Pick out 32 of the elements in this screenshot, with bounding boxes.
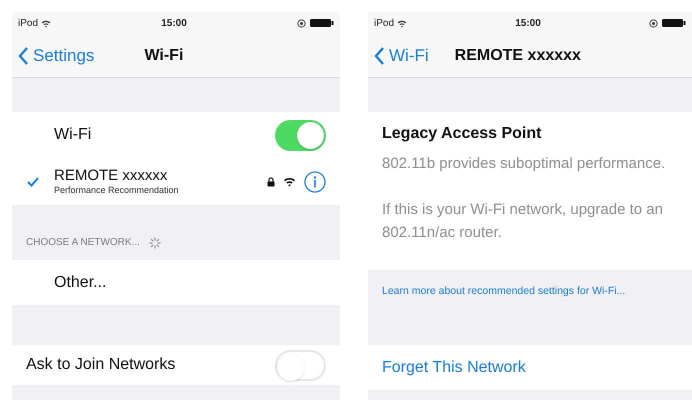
wifi-signal-icon <box>397 18 408 28</box>
notice-text: 802.11b provides suboptimal performance. <box>382 154 666 174</box>
battery-icon <box>662 18 686 28</box>
row-label: Wi-Fi <box>54 125 92 145</box>
back-button[interactable]: Settings <box>18 42 94 68</box>
lock-rotation-icon <box>649 18 658 28</box>
notice-title: Legacy Access Point <box>382 124 542 144</box>
nav-title: REMOTE xxxxxx <box>454 46 581 66</box>
row-label: Ask to Join Networks <box>26 355 176 375</box>
lock-icon <box>267 176 275 186</box>
wifi-signal-icon <box>283 176 296 187</box>
carrier-label: iPod <box>374 16 394 30</box>
status-time: 15:00 <box>161 16 187 30</box>
learn-more-link[interactable]: Learn more about recommended settings for Wi-Fi... <box>382 282 678 301</box>
wifi-signal-icon <box>41 18 52 28</box>
loading-spinner-icon <box>148 236 162 250</box>
back-button[interactable]: Wi-Fi <box>374 42 429 68</box>
carrier-label: iPod <box>18 16 38 30</box>
lock-rotation-icon <box>297 18 306 28</box>
chevron-left-icon <box>374 46 385 64</box>
toggle-switch[interactable] <box>275 350 326 380</box>
section-header: CHOOSE A NETWORK... <box>26 236 140 250</box>
notice-text: If this is your Wi-Fi network, upgrade to an 802.11n/ac router. <box>382 200 664 243</box>
battery-icon <box>310 18 334 28</box>
other-network-item[interactable]: Other... <box>54 270 106 294</box>
network-name: REMOTE xxxxxx <box>54 166 168 186</box>
info-icon[interactable] <box>304 170 326 192</box>
network-subtitle: Performance Recommendation <box>54 185 180 196</box>
chevron-left-icon <box>18 46 29 64</box>
status-time: 15:00 <box>515 16 541 30</box>
toggle-switch[interactable] <box>275 120 326 150</box>
nav-title: Wi-Fi <box>144 46 184 66</box>
